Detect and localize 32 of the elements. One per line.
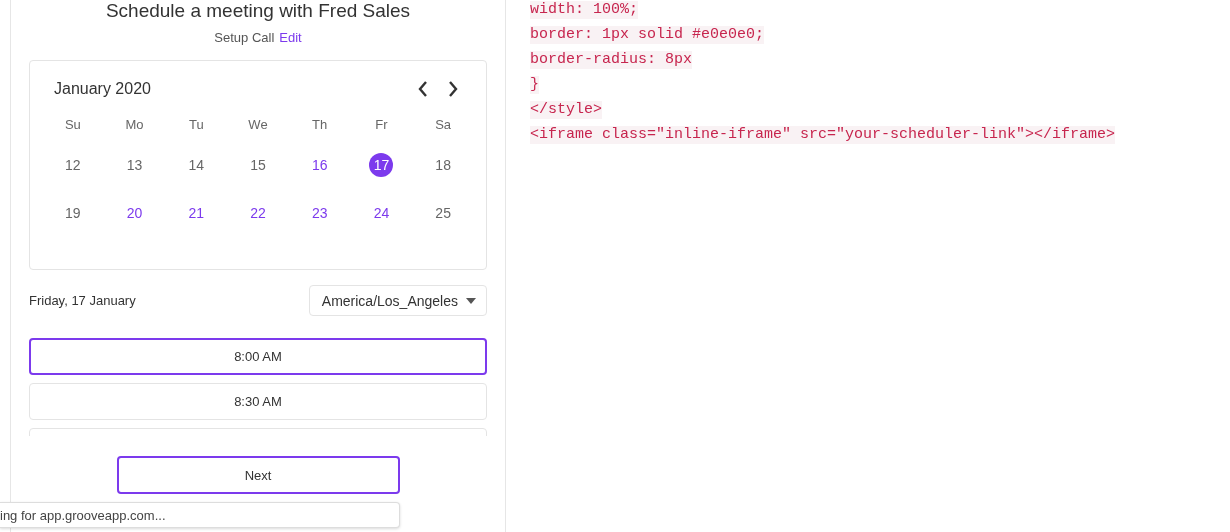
calendar-day[interactable]: 14 (184, 153, 209, 177)
edit-link[interactable]: Edit (279, 30, 302, 45)
weekday-label: Su (63, 116, 82, 134)
status-bar: ing for app.grooveapp.com... (0, 502, 400, 528)
selected-date: Friday, 17 January (29, 293, 136, 308)
weekday-label: Th (311, 116, 329, 134)
scheduler-title: Schedule a meeting with Fred Sales (104, 0, 412, 22)
next-button[interactable]: Next (116, 456, 400, 494)
calendar-day[interactable]: 20 (122, 201, 147, 225)
meeting-type: Setup Call (214, 30, 275, 45)
time-slot[interactable]: 8:00 AM (29, 338, 487, 375)
calendar-day[interactable]: 19 (60, 201, 85, 225)
calendar-day[interactable]: 16 (307, 153, 332, 177)
calendar-day[interactable]: 21 (184, 201, 209, 225)
weekday-label: Tu (187, 116, 205, 134)
weekday-label: Mo (124, 116, 145, 134)
calendar-day[interactable]: 22 (246, 201, 270, 225)
calendar-day[interactable]: 18 (431, 153, 456, 177)
calendar-month: January 2020 (54, 80, 151, 98)
calendar-day[interactable]: 17 (369, 153, 394, 177)
timezone-dropdown[interactable]: America/Los_Angeles (308, 285, 487, 316)
calendar-day[interactable]: 25 (431, 201, 456, 225)
calendar-day[interactable]: 24 (369, 201, 394, 225)
time-slot[interactable]: 8:30 AM (29, 383, 487, 420)
weekday-label: Sa (434, 116, 453, 134)
weekday-label: We (247, 116, 269, 134)
calendar-day[interactable]: 15 (246, 153, 270, 177)
calendar-day[interactable]: 23 (307, 201, 332, 225)
caret-icon (466, 297, 476, 304)
weekday-label: Fr (374, 116, 389, 134)
calendar-day[interactable]: 12 (60, 153, 85, 177)
calendar-day[interactable]: 13 (122, 153, 147, 177)
